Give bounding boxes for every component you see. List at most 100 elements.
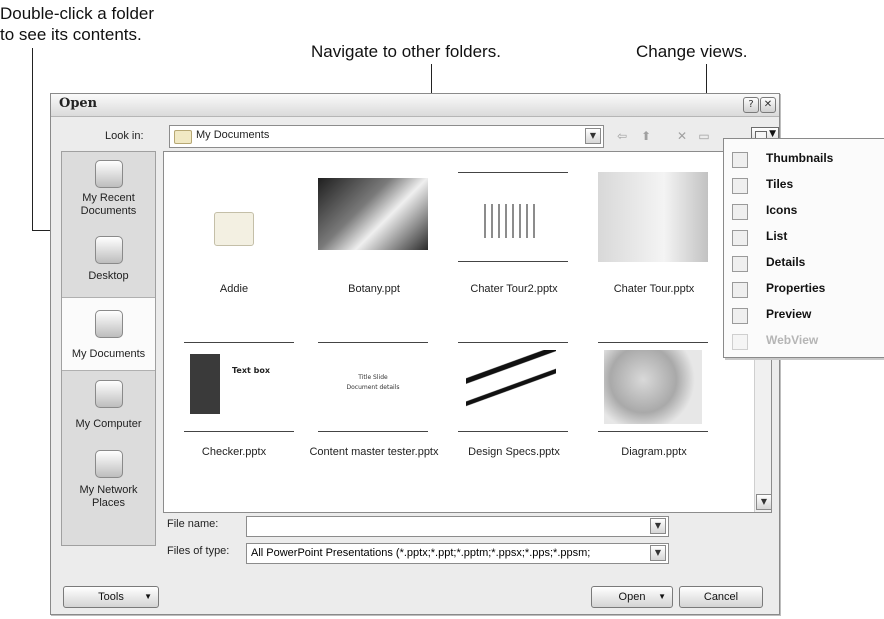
places-bar: My Recent Documents Desktop My Documents… — [61, 151, 156, 546]
callout-views: Change views. — [636, 42, 748, 61]
my-documents-icon — [95, 310, 123, 338]
callout-folder-line1: Double-click a folder — [0, 4, 155, 23]
delete-icon[interactable]: ✕ — [673, 127, 691, 145]
file-list[interactable]: Addie Botany.ppt Chater Tour2.pptx Chate… — [163, 151, 772, 513]
place-label: Desktop — [88, 270, 129, 282]
menu-item-label: WebView — [766, 333, 819, 347]
callout-navigate: Navigate to other folders. — [311, 42, 501, 61]
thumbnail-image — [604, 350, 702, 424]
thumbnail-image — [484, 204, 540, 238]
thumbnail — [598, 342, 708, 432]
menu-item-details[interactable]: Details — [724, 251, 884, 275]
chevron-down-icon[interactable]: ▼ — [650, 518, 666, 534]
place-label: My Documents — [71, 348, 146, 360]
thumbnail-text: Title Slide — [358, 374, 388, 381]
open-label: Open — [618, 591, 646, 603]
place-label: My Computer — [75, 418, 142, 430]
look-in-value: My Documents — [196, 129, 270, 141]
desktop-icon — [95, 236, 123, 264]
icons-icon — [732, 204, 748, 220]
menu-item-label: Icons — [766, 203, 798, 217]
look-in-dropdown[interactable]: My Documents ▼ — [169, 125, 604, 148]
new-folder-icon[interactable]: ▭ — [695, 127, 713, 145]
place-my-network-places[interactable]: My Network Places — [62, 444, 155, 516]
webview-icon — [732, 334, 748, 350]
thumbnail: Text box — [184, 342, 294, 432]
dialog-title: Open — [59, 96, 98, 111]
menu-item-tiles[interactable]: Tiles — [724, 173, 884, 197]
place-my-recent-documents[interactable]: My Recent Documents — [62, 152, 155, 224]
thumbnail — [458, 172, 568, 262]
chevron-down-icon: ▼ — [144, 592, 152, 601]
menu-item-label: List — [766, 229, 788, 243]
menu-item-thumbnails[interactable]: Thumbnails — [724, 147, 884, 171]
tools-label: Tools — [98, 591, 124, 603]
menu-item-properties[interactable]: Properties — [724, 277, 884, 301]
file-name: Addie — [219, 283, 249, 295]
cancel-button[interactable]: Cancel — [679, 586, 763, 608]
menu-item-icons[interactable]: Icons — [724, 199, 884, 223]
list-item[interactable]: Title Slide Document details Content mas… — [304, 332, 444, 492]
menu-item-webview: WebView — [724, 329, 884, 353]
chevron-down-icon: ▼ — [658, 592, 666, 601]
thumbnail-image — [318, 178, 428, 250]
list-item[interactable]: Botany.ppt — [304, 152, 444, 312]
list-item[interactable]: Text box Checker.pptx — [164, 332, 309, 492]
chevron-down-icon[interactable]: ▼ — [650, 545, 666, 561]
tiles-icon — [732, 178, 748, 194]
file-name-label: File name: — [167, 518, 219, 530]
menu-item-label: Properties — [766, 281, 826, 295]
menu-item-label: Preview — [766, 307, 812, 321]
thumbnail — [318, 172, 428, 262]
list-item[interactable]: Chater Tour.pptx — [584, 152, 724, 312]
menu-item-list[interactable]: List — [724, 225, 884, 249]
thumbnail — [598, 172, 708, 262]
list-item[interactable]: Chater Tour2.pptx — [444, 152, 584, 312]
close-button[interactable]: ✕ — [760, 97, 776, 113]
file-name-field[interactable]: ▼ — [246, 516, 669, 537]
list-item[interactable]: Diagram.pptx — [584, 332, 724, 492]
thumbnail-image — [598, 172, 708, 262]
back-icon[interactable]: ⇦ — [613, 127, 631, 145]
chevron-down-icon[interactable]: ▼ — [585, 128, 601, 144]
place-my-documents[interactable]: My Documents — [62, 297, 155, 371]
menu-item-label: Thumbnails — [766, 151, 834, 165]
title-bar: Open ? ✕ — [51, 94, 779, 117]
file-name: Checker.pptx — [201, 446, 267, 458]
place-my-computer[interactable]: My Computer — [62, 374, 155, 446]
thumbnail-image — [466, 350, 556, 410]
help-button[interactable]: ? — [743, 97, 759, 113]
list-icon — [732, 230, 748, 246]
files-of-type-dropdown[interactable]: All PowerPoint Presentations (*.pptx;*.p… — [246, 543, 669, 564]
views-menu: Thumbnails Tiles Icons List Details Prop… — [723, 138, 884, 358]
thumbnail — [458, 342, 568, 432]
my-computer-icon — [95, 380, 123, 408]
scroll-down-icon[interactable]: ▼ — [756, 494, 771, 510]
callout-folder-line2: to see its contents. — [0, 25, 142, 44]
file-name: Botany.ppt — [348, 283, 400, 295]
files-of-type-label: Files of type: — [167, 545, 230, 557]
look-in-label: Look in: — [105, 130, 144, 142]
thumbnail-text: Text box — [232, 366, 270, 375]
file-name: Design Specs.pptx — [468, 446, 560, 458]
tools-button[interactable]: Tools ▼ — [63, 586, 159, 608]
file-name: Chater Tour2.pptx — [470, 283, 558, 295]
file-name: Diagram.pptx — [621, 446, 687, 458]
list-item[interactable]: Addie — [164, 152, 309, 312]
thumbnail-image — [190, 354, 220, 414]
place-desktop[interactable]: Desktop — [62, 230, 155, 302]
thumbnail: Title Slide Document details — [318, 342, 428, 432]
recent-documents-icon — [95, 160, 123, 188]
preview-icon — [732, 308, 748, 324]
menu-item-preview[interactable]: Preview — [724, 303, 884, 327]
file-name: Content master tester.pptx — [309, 446, 439, 458]
list-item[interactable]: Design Specs.pptx — [444, 332, 584, 492]
menu-item-label: Tiles — [766, 177, 794, 191]
open-button[interactable]: Open ▼ — [591, 586, 673, 608]
properties-icon — [732, 282, 748, 298]
thumbnail-text: Document details — [346, 384, 400, 391]
up-folder-icon[interactable]: ⬆ — [637, 127, 655, 145]
network-places-icon — [95, 450, 123, 478]
files-of-type-value: All PowerPoint Presentations (*.pptx;*.p… — [251, 547, 591, 559]
place-label: My Network Places — [79, 484, 138, 509]
